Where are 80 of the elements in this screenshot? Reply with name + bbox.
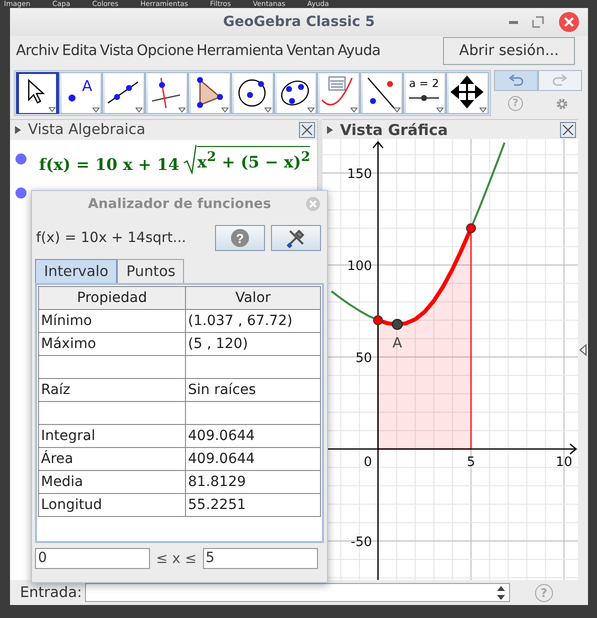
menu-item[interactable]: Herramienta xyxy=(196,43,284,60)
maximize-icon xyxy=(530,14,546,30)
table-cell: 409.0644 xyxy=(186,448,320,470)
menu-item[interactable]: Opcione xyxy=(136,43,194,60)
tool-button[interactable] xyxy=(231,72,274,114)
expand-arrow-icon xyxy=(14,125,22,136)
tool-button[interactable] xyxy=(446,72,489,114)
menu-item[interactable]: Ayuda xyxy=(338,43,380,60)
tool-button[interactable] xyxy=(274,72,317,114)
sign-in-button[interactable]: Abrir sesión... xyxy=(443,37,575,66)
tick-label: 10 xyxy=(556,455,572,470)
tab[interactable]: Puntos xyxy=(117,259,184,283)
table-cell: Raíz xyxy=(38,378,186,402)
input-field[interactable] xyxy=(84,583,510,602)
visibility-dot[interactable] xyxy=(15,153,27,166)
tool-button[interactable] xyxy=(188,72,231,114)
cursor-icon xyxy=(19,74,56,113)
table-cell: Máximo xyxy=(38,332,186,356)
table-cell: Media xyxy=(38,470,186,494)
table-cell: Área xyxy=(38,448,186,470)
close-icon xyxy=(558,11,580,33)
interval-start-field[interactable]: 0 xyxy=(35,548,150,569)
formula-radicand: x$^{2}$ + (5 − x)$^{2}$ xyxy=(197,146,310,174)
formula-text: f(x) = 10 x + 14 xyxy=(39,155,180,174)
tool-button[interactable] xyxy=(102,72,145,114)
tool-button[interactable] xyxy=(145,72,188,114)
tools-button[interactable] xyxy=(271,225,321,251)
view-title: Vista Algebraica xyxy=(28,122,146,138)
tick-label: 0 xyxy=(364,455,372,470)
menu-item[interactable]: Vista xyxy=(100,43,134,60)
close-icon[interactable] xyxy=(299,122,316,138)
tick-label: 50 xyxy=(355,351,372,366)
undo-button[interactable] xyxy=(494,70,538,92)
radical-sign-icon xyxy=(183,144,198,174)
undo-icon xyxy=(508,74,524,88)
table-cell: 55.2251 xyxy=(186,494,320,516)
interval-end-field[interactable]: 5 xyxy=(202,548,318,569)
window-title: GeoGebra Classic 5 xyxy=(223,14,375,30)
minimize-icon xyxy=(509,20,518,24)
point[interactable] xyxy=(392,319,403,330)
view-title: Vista Gráfica xyxy=(340,120,449,139)
table-cell: Integral xyxy=(38,424,186,448)
input-label: Entrada: xyxy=(20,584,82,601)
settings-icon xyxy=(555,96,569,111)
dialog-title: Analizador de funciones xyxy=(88,196,271,212)
menu-item[interactable]: Ventan xyxy=(286,43,335,60)
expand-arrow-icon xyxy=(326,124,334,135)
function-label: f(x) = 10x + 14sqrt... xyxy=(36,230,188,246)
perpendicular-lines-icon xyxy=(148,74,186,113)
menu-item[interactable]: Archiv xyxy=(16,43,59,60)
column-header: Propiedad xyxy=(38,286,186,310)
table-cell: 81.8129 xyxy=(186,470,320,494)
function-graph-icon xyxy=(320,74,358,113)
wrench-screwdriver-icon xyxy=(285,227,307,249)
close-icon[interactable] xyxy=(560,122,576,138)
endpoint[interactable] xyxy=(373,316,384,326)
redo-icon xyxy=(552,74,568,88)
move-arrows-icon xyxy=(448,74,486,113)
tool-button[interactable] xyxy=(360,72,403,114)
menu-item[interactable]: Edita xyxy=(62,43,97,60)
tab[interactable]: Intervalo xyxy=(35,259,118,283)
point-label: A xyxy=(392,336,402,352)
collapse-arrow-icon xyxy=(579,344,588,356)
spinner-icon xyxy=(496,584,506,601)
table-cell: Sin raíces xyxy=(186,378,320,402)
table-cell: (1.037 , 67.72) xyxy=(186,310,320,332)
tick-label: 150 xyxy=(347,167,372,182)
table-cell: Mínimo xyxy=(38,310,186,332)
table-cell: Longitud xyxy=(38,494,186,516)
tick-label: 100 xyxy=(347,259,372,274)
table-cell: (5 , 120) xyxy=(186,332,320,356)
column-header: Valor xyxy=(186,286,320,310)
tool-button[interactable] xyxy=(16,72,59,114)
endpoint[interactable] xyxy=(466,224,476,234)
table-cell: 409.0644 xyxy=(186,424,320,448)
line-and-points-icon xyxy=(362,74,400,113)
tick-label: 5 xyxy=(466,455,476,470)
visibility-dot[interactable] xyxy=(15,187,27,200)
tick-label: -50 xyxy=(350,535,372,550)
interval-relation: ≤ x ≤ xyxy=(156,550,197,566)
